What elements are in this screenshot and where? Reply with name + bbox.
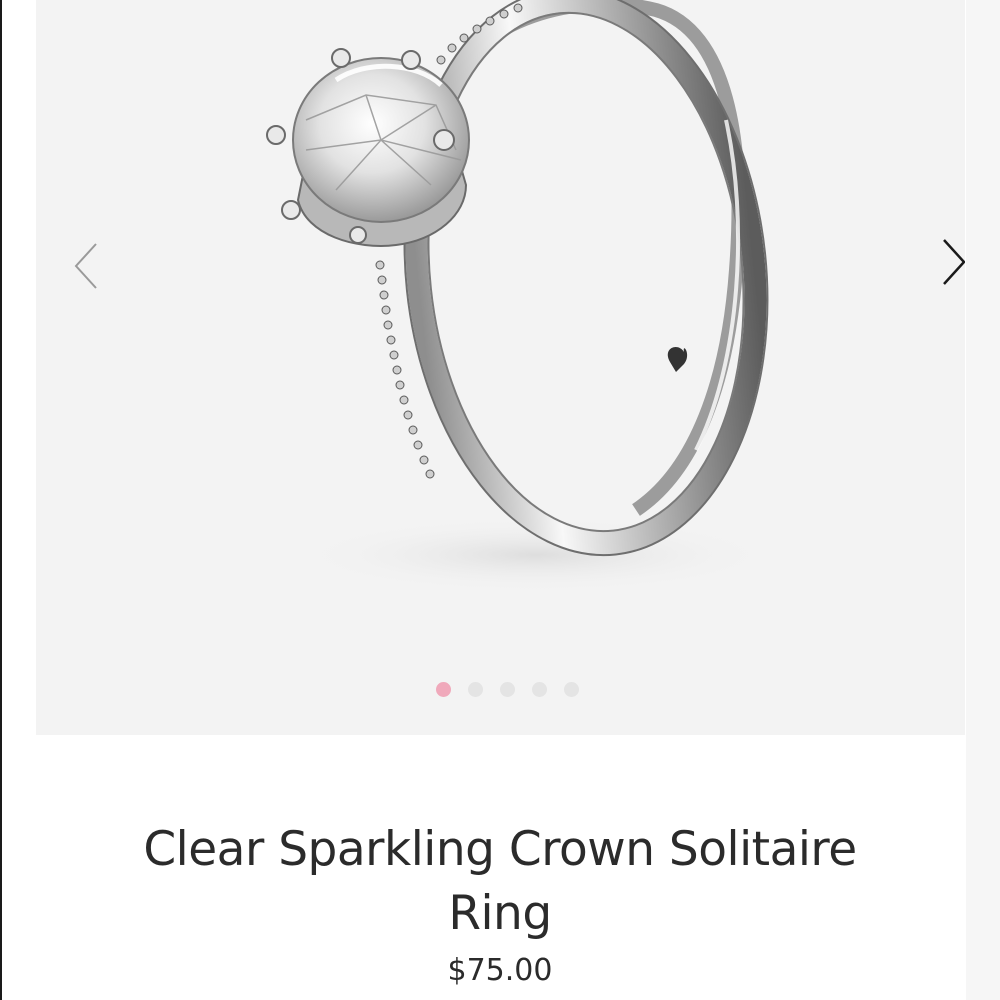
product-title: Clear Sparkling Crown Solitaire Ring: [143, 822, 857, 941]
slide-dot-4[interactable]: [532, 682, 547, 697]
chevron-left-icon: [74, 243, 97, 289]
slide-dot-2[interactable]: [468, 682, 483, 697]
ring-image: [266, 0, 776, 593]
slide-dot-1[interactable]: [436, 682, 451, 697]
gallery-pagination: [436, 682, 579, 697]
product-page: Clear Sparkling Crown Solitaire Ring $75…: [0, 0, 1000, 1000]
scrollbar-track[interactable]: [966, 0, 1000, 1000]
slide-dot-5[interactable]: [564, 682, 579, 697]
next-image-button[interactable]: [936, 232, 965, 292]
slide-dot-3[interactable]: [500, 682, 515, 697]
left-border: [0, 0, 2, 1000]
product-image-gallery[interactable]: [36, 0, 965, 735]
product-price: $75.00: [447, 953, 553, 988]
chevron-right-icon: [943, 239, 965, 285]
previous-image-button[interactable]: [74, 236, 114, 296]
